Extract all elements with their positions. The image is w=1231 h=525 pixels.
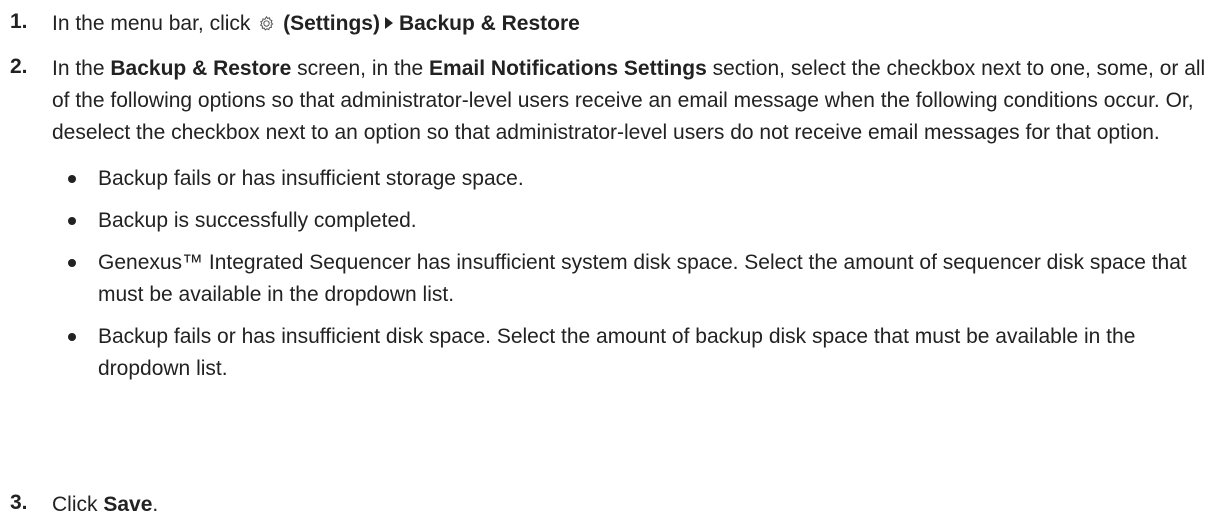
list-item: Backup is successfully completed. — [52, 205, 1213, 237]
step-body: In the Backup & Restore screen, in the E… — [52, 53, 1213, 385]
list-item: Backup fails or has insufficient storage… — [52, 163, 1213, 195]
step-body: Click Save. — [52, 489, 1213, 521]
bullet-icon — [68, 259, 76, 267]
bullet-icon — [68, 333, 76, 341]
screen-name: Backup & Restore — [110, 57, 292, 80]
menu-item-label: Backup & Restore — [398, 12, 580, 35]
triangle-right-icon — [384, 17, 393, 29]
step-text-fragment: screen, in the — [297, 57, 424, 80]
gear-icon — [260, 15, 274, 31]
step-text: In the menu bar, click (Settings) Backup … — [52, 8, 1213, 40]
option-text: Genexus™ Integrated Sequencer has insuff… — [98, 251, 1187, 306]
step-body: In the menu bar, click (Settings) Backup … — [52, 8, 1213, 40]
step-number: 2. — [10, 55, 28, 78]
step-number: 3. — [10, 491, 28, 514]
option-text: Backup is successfully completed. — [98, 209, 417, 232]
step-text-fragment: In the menu bar, click — [52, 12, 251, 35]
option-text: Backup fails or has insufficient storage… — [98, 167, 524, 190]
option-text: Backup fails or has insufficient disk sp… — [98, 325, 1136, 380]
step-text: In the Backup & Restore screen, in the E… — [52, 53, 1213, 149]
list-item: Backup fails or has insufficient disk sp… — [52, 321, 1213, 385]
options-list: Backup fails or has insufficient storage… — [52, 163, 1213, 385]
step-number: 1. — [10, 10, 28, 33]
step-text-fragment: In the — [52, 57, 105, 80]
step-text: Click Save. — [52, 489, 1213, 521]
step-text-fragment: Click — [52, 493, 98, 516]
instructions-document: 1. In the menu bar, click (Settings) Back… — [0, 0, 1231, 525]
save-button-name: Save — [103, 493, 153, 516]
settings-label: (Settings) — [283, 12, 380, 35]
step-text-fragment: . — [152, 493, 159, 516]
bullet-icon — [68, 217, 76, 225]
section-name: Email Notifications Settings — [429, 57, 707, 80]
bullet-icon — [68, 175, 76, 183]
list-item: Genexus™ Integrated Sequencer has insuff… — [52, 247, 1213, 311]
